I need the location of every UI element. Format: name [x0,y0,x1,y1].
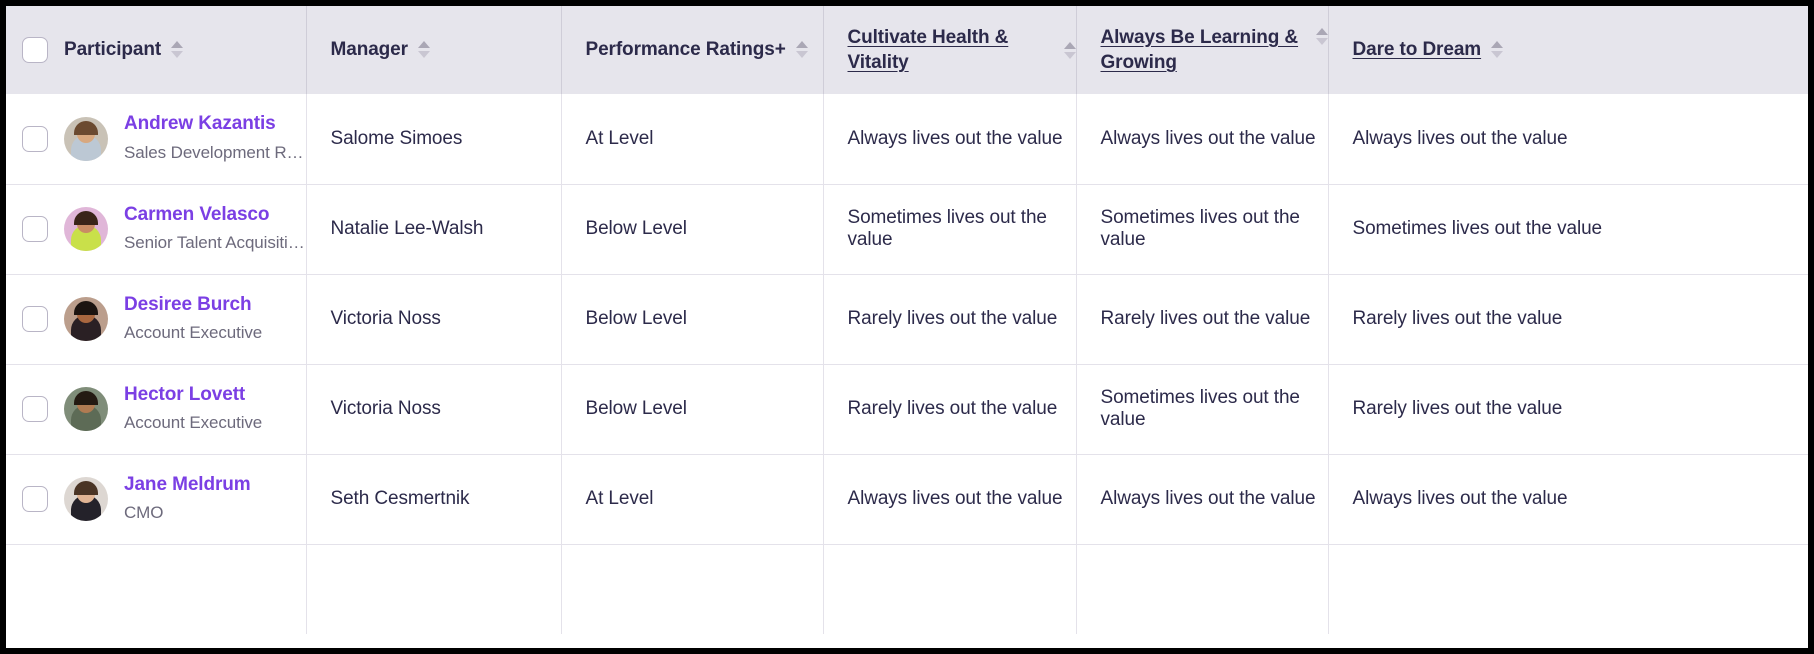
cell-performance-rating: At Level [561,454,824,545]
select-all-checkbox-icon[interactable] [22,37,48,63]
column-header-manager[interactable]: Manager [306,6,562,94]
cell-empty [1328,544,1808,634]
cell-dare-to-dream: Sometimes lives out the value [1328,184,1808,275]
column-header-performance-ratings[interactable]: Performance Ratings+ [561,6,824,94]
cell-cultivate-health-vitality: Always lives out the value [823,454,1077,545]
participants-table-frame: Participant Manager Performance Ratings+… [6,6,1808,648]
cell-participant: Desiree Burch Account Executive [6,274,307,365]
participant-name-link[interactable]: Desiree Burch [124,293,262,318]
column-header-always-be-learning-growing[interactable]: Always Be Learning & Growing [1076,6,1329,94]
cell-cultivate-health-vitality: Always lives out the value [823,94,1077,185]
sort-icon-manager[interactable] [417,39,430,61]
participant-job-title: Account Executive [124,413,263,433]
cell-empty [306,544,562,634]
cell-always-be-learning-growing: Always lives out the value [1076,454,1329,545]
avatar [64,207,108,251]
cell-always-be-learning-growing: Sometimes lives out the value [1076,364,1329,455]
cell-always-be-learning-growing: Sometimes lives out the value [1076,184,1329,275]
cell-empty [823,544,1077,634]
cell-always-be-learning-growing: Always lives out the value [1076,94,1329,185]
cell-cultivate-health-vitality: Rarely lives out the value [823,364,1077,455]
avatar [64,297,108,341]
row-select-cell[interactable] [6,396,64,422]
table-row[interactable]: Desiree Burch Account Executive Victoria N… [6,274,1808,365]
cell-empty [6,544,307,634]
row-checkbox-icon[interactable] [22,306,48,332]
participant-name-link[interactable]: Carmen Velasco [124,203,305,228]
column-header-label-cultivate-health-vitality: Cultivate Health & Vitality [847,26,1009,73]
cell-empty [1076,544,1329,634]
column-header-label-participant: Participant [64,39,162,61]
cell-manager: Victoria Noss [306,274,562,365]
avatar [64,387,108,431]
cell-manager: Victoria Noss [306,364,562,455]
cell-performance-rating: Below Level [561,274,824,365]
cell-performance-rating: Below Level [561,364,824,455]
participant-name-link[interactable]: Andrew Kazantis [124,112,306,137]
participant-job-title: CMO [124,503,164,523]
header-row: Participant Manager Performance Ratings+… [6,6,1808,94]
cell-manager: Seth Cesmertnik [306,454,562,545]
cell-dare-to-dream: Rarely lives out the value [1328,274,1808,365]
screenshot-root: Participant Manager Performance Ratings+… [0,0,1814,654]
participant-job-title: Sales Development Re… [124,143,306,163]
sort-icon-performance-ratings[interactable] [795,39,808,61]
table-row[interactable]: Carmen Velasco Senior Talent Acquisiti… Na… [6,184,1808,275]
column-header-label-always-be-learning-growing: Always Be Learning & Growing [1100,26,1299,73]
column-header-label-performance-ratings: Performance Ratings+ [585,39,786,61]
participant-job-title: Senior Talent Acquisiti… [124,233,305,253]
cell-cultivate-health-vitality: Sometimes lives out the value [823,184,1077,275]
cell-participant: Andrew Kazantis Sales Development Re… [6,94,307,185]
participant-name-link[interactable]: Jane Meldrum [124,473,251,498]
column-header-label-manager: Manager [330,39,409,61]
cell-performance-rating: Below Level [561,184,824,275]
column-header-dare-to-dream[interactable]: Dare to Dream [1328,6,1808,94]
cell-manager: Salome Simoes [306,94,562,185]
cell-dare-to-dream: Always lives out the value [1328,454,1808,545]
table-row[interactable]: Hector Lovett Account Executive Victoria N… [6,364,1808,455]
participants-table: Participant Manager Performance Ratings+… [6,6,1808,634]
sort-icon-always-be-learning-growing[interactable] [1315,26,1328,48]
sort-icon-cultivate-health-vitality[interactable] [1063,40,1076,62]
avatar [64,477,108,521]
column-header-participant[interactable]: Participant [6,6,307,94]
row-checkbox-icon[interactable] [22,396,48,422]
table-row[interactable]: Jane Meldrum CMO Seth Cesmertnik At Level Al… [6,454,1808,545]
cell-dare-to-dream: Rarely lives out the value [1328,364,1808,455]
table-row[interactable]: Andrew Kazantis Sales Development Re… Salo… [6,94,1808,185]
sort-icon-dare-to-dream[interactable] [1491,39,1504,61]
participant-job-title: Account Executive [124,323,263,343]
row-checkbox-icon[interactable] [22,486,48,512]
participant-name-link[interactable]: Hector Lovett [124,383,262,408]
cell-participant: Hector Lovett Account Executive [6,364,307,455]
cell-participant: Carmen Velasco Senior Talent Acquisiti… [6,184,307,275]
table-row-partial[interactable] [6,544,1808,634]
cell-dare-to-dream: Always lives out the value [1328,94,1808,185]
row-select-cell[interactable] [6,216,64,242]
row-checkbox-icon[interactable] [22,125,48,152]
avatar [64,116,108,161]
row-select-cell[interactable] [6,486,64,512]
table-body: Andrew Kazantis Sales Development Re… Salo… [6,94,1808,634]
row-select-cell[interactable] [6,125,64,152]
row-select-cell[interactable] [6,306,64,332]
cell-always-be-learning-growing: Rarely lives out the value [1076,274,1329,365]
cell-participant: Jane Meldrum CMO [6,454,307,545]
sort-icon-participant[interactable] [171,39,184,61]
cell-manager: Natalie Lee-Walsh [306,184,562,275]
cell-cultivate-health-vitality: Rarely lives out the value [823,274,1077,365]
row-checkbox-icon[interactable] [22,216,48,242]
column-header-cultivate-health-vitality[interactable]: Cultivate Health & Vitality [823,6,1077,94]
table-header: Participant Manager Performance Ratings+… [6,6,1808,94]
select-all-cell[interactable] [6,37,64,63]
column-header-label-dare-to-dream: Dare to Dream [1352,39,1482,61]
cell-performance-rating: At Level [561,94,824,185]
cell-empty [561,544,824,634]
